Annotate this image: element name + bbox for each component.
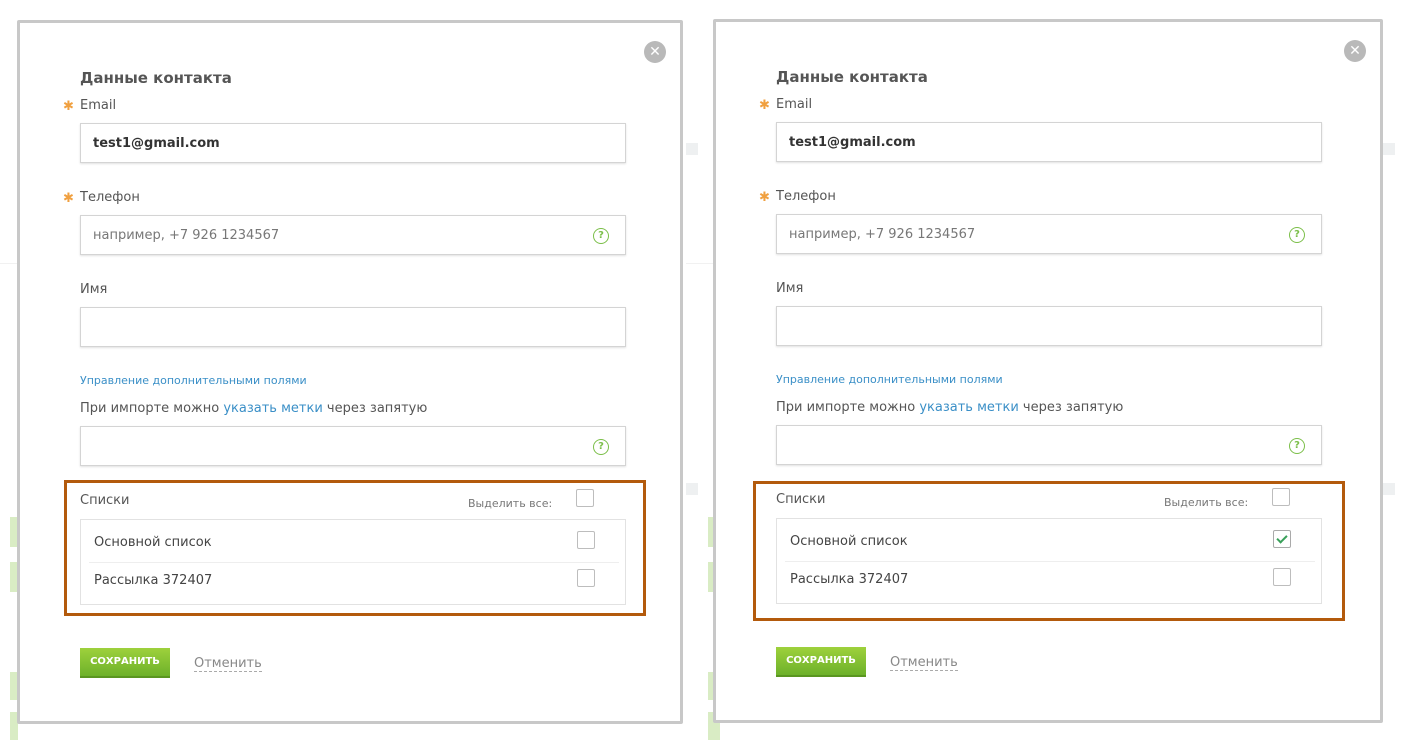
phone-input[interactable] <box>81 216 585 254</box>
background-strip <box>1383 483 1395 495</box>
list-item: Рассылка 372407 <box>777 557 1321 599</box>
tags-field[interactable]: ? <box>80 426 626 466</box>
list-item: Основной список <box>81 520 625 562</box>
email-input[interactable] <box>81 124 585 162</box>
list-item: Рассылка 372407 <box>81 558 625 600</box>
select-all-checkbox[interactable] <box>576 489 594 507</box>
tags-field[interactable]: ? <box>776 425 1322 465</box>
lists-box: Основной список Рассылка 372407 <box>776 518 1322 604</box>
manage-fields-link[interactable]: Управление дополнительными полями <box>80 374 307 387</box>
name-label: Имя <box>80 282 108 297</box>
manage-fields-link[interactable]: Управление дополнительными полями <box>776 373 1003 386</box>
asterisk-icon: ✱ <box>63 191 74 206</box>
phone-label: ✱ Телефон <box>63 190 140 206</box>
phone-field[interactable]: ? <box>776 214 1322 254</box>
email-field[interactable] <box>776 122 1322 162</box>
background-strip <box>686 143 698 155</box>
background-strip <box>1383 143 1395 155</box>
dialog-title: Данные контакта <box>776 68 928 86</box>
email-field[interactable] <box>80 123 626 163</box>
list-item: Основной список <box>777 519 1321 561</box>
tags-hint: При импорте можно указать метки через за… <box>776 400 1124 415</box>
help-icon[interactable]: ? <box>593 228 609 244</box>
email-label: ✱ Email <box>759 97 813 113</box>
save-button[interactable]: СОХРАНИТЬ <box>776 647 866 677</box>
background-strip <box>686 483 698 495</box>
select-all-label: Выделить все: <box>468 497 553 510</box>
list-item-name: Рассылка 372407 <box>94 573 213 588</box>
name-field[interactable] <box>776 306 1322 346</box>
asterisk-icon: ✱ <box>759 98 770 113</box>
lists-title: Списки <box>776 492 826 507</box>
contact-dialog-left: ✕ Данные контакта ✱ Email ✱ Телефон ? Им… <box>17 20 683 724</box>
name-input[interactable] <box>777 307 1281 345</box>
list-item-name: Рассылка 372407 <box>790 572 909 587</box>
help-icon[interactable]: ? <box>1289 438 1305 454</box>
help-icon[interactable]: ? <box>593 439 609 455</box>
asterisk-icon: ✱ <box>63 99 74 114</box>
name-field[interactable] <box>80 307 626 347</box>
tags-input[interactable] <box>777 426 1281 464</box>
name-label: Имя <box>776 281 804 296</box>
cancel-link[interactable]: Отменить <box>890 655 958 671</box>
specify-link[interactable]: указать <box>223 401 277 416</box>
help-icon[interactable]: ? <box>1289 227 1305 243</box>
phone-field[interactable]: ? <box>80 215 626 255</box>
background-line <box>686 263 713 264</box>
checkmark-icon[interactable] <box>1273 530 1291 548</box>
background-line <box>0 263 17 264</box>
lists-box: Основной список Рассылка 372407 <box>80 519 626 605</box>
lists-title: Списки <box>80 493 130 508</box>
contact-dialog-right: ✕ Данные контакта ✱ Email ✱ Телефон ? Им… <box>713 19 1383 723</box>
tags-link[interactable]: метки <box>977 400 1019 415</box>
name-input[interactable] <box>81 308 585 346</box>
list-item-name: Основной список <box>94 535 212 550</box>
select-all-label: Выделить все: <box>1164 496 1249 509</box>
tags-link[interactable]: метки <box>281 401 323 416</box>
asterisk-icon: ✱ <box>759 190 770 205</box>
list-item-checkbox[interactable] <box>577 569 595 587</box>
select-all-checkbox[interactable] <box>1272 488 1290 506</box>
tags-input[interactable] <box>81 427 585 465</box>
save-button[interactable]: СОХРАНИТЬ <box>80 648 170 678</box>
dialog-title: Данные контакта <box>80 69 232 87</box>
phone-label: ✱ Телефон <box>759 189 836 205</box>
tags-hint: При импорте можно указать метки через за… <box>80 401 428 416</box>
close-icon[interactable]: ✕ <box>644 41 666 63</box>
phone-input[interactable] <box>777 215 1281 253</box>
list-item-name: Основной список <box>790 534 908 549</box>
specify-link[interactable]: указать <box>919 400 973 415</box>
cancel-link[interactable]: Отменить <box>194 656 262 672</box>
list-item-checkbox[interactable] <box>577 531 595 549</box>
close-icon[interactable]: ✕ <box>1344 40 1366 62</box>
email-input[interactable] <box>777 123 1281 161</box>
email-label: ✱ Email <box>63 98 117 114</box>
list-item-checkbox[interactable] <box>1273 568 1291 586</box>
